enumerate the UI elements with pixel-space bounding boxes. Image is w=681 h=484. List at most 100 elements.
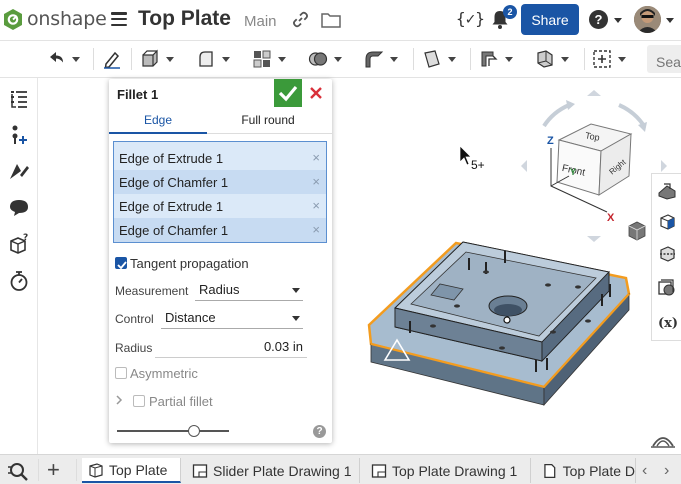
measurement-label: Measurement bbox=[115, 284, 189, 298]
tab-label: Top Plate D bbox=[562, 462, 635, 479]
comments-icon[interactable] bbox=[8, 197, 30, 219]
toolbar-search-input[interactable] bbox=[647, 45, 681, 73]
remove-selection-icon[interactable]: × bbox=[312, 198, 320, 213]
view-render-icon[interactable] bbox=[657, 212, 677, 232]
edge-selection-list[interactable]: Edge of Extrude 1 × Edge of Chamfer 1 × … bbox=[113, 141, 327, 243]
measurement-value: Radius bbox=[199, 282, 240, 297]
plane-caret[interactable] bbox=[448, 56, 456, 62]
account-dropdown-caret[interactable] bbox=[666, 18, 674, 23]
undo-button[interactable] bbox=[46, 46, 80, 72]
named-views-icon[interactable] bbox=[657, 278, 677, 298]
section-view-icon[interactable] bbox=[657, 244, 677, 264]
remove-selection-icon[interactable]: × bbox=[312, 222, 320, 237]
tab-top-plate-d[interactable]: Top Plate D bbox=[536, 458, 636, 483]
variable-studio-icon[interactable]: {✓} bbox=[456, 9, 485, 28]
dialog-slider-handle[interactable] bbox=[188, 425, 200, 437]
variables-icon[interactable]: (x) bbox=[657, 312, 677, 332]
tabs-scroll-left-button[interactable]: ‹ bbox=[642, 462, 647, 480]
top-header: onshape Top Plate Main {✓} 2 Share ? bbox=[0, 0, 681, 40]
fillet-caret[interactable] bbox=[390, 56, 398, 62]
feature-toolbar bbox=[0, 40, 681, 78]
tab-slider-plate-drawing[interactable]: Slider Plate Drawing 1 bbox=[186, 458, 360, 483]
plane-button[interactable] bbox=[422, 46, 456, 72]
tab-top-plate[interactable]: Top Plate bbox=[82, 458, 181, 483]
toolbar-divider bbox=[93, 48, 94, 70]
fillet-type-tabs: Edge Full round bbox=[109, 110, 332, 134]
boolean-caret[interactable] bbox=[334, 56, 342, 62]
selection-item[interactable]: Edge of Chamfer 1 × bbox=[114, 218, 326, 242]
dialog-slider-track[interactable] bbox=[117, 430, 229, 432]
chevron-right-icon[interactable] bbox=[115, 394, 123, 406]
add-feature-caret[interactable] bbox=[618, 56, 626, 62]
stopwatch-icon[interactable] bbox=[8, 270, 30, 292]
pattern-caret[interactable] bbox=[278, 56, 286, 62]
extrude-button[interactable] bbox=[140, 46, 174, 72]
remove-selection-icon[interactable]: × bbox=[312, 150, 320, 165]
tangent-propagation-checkbox[interactable] bbox=[115, 257, 127, 270]
menu-bar bbox=[111, 17, 127, 21]
sheet-metal-button[interactable] bbox=[479, 46, 513, 72]
control-dropdown[interactable]: Distance bbox=[161, 307, 303, 329]
close-icon bbox=[310, 87, 322, 99]
tab-manager-icon[interactable] bbox=[8, 461, 30, 481]
pattern-button[interactable] bbox=[252, 46, 286, 72]
radius-label: Radius bbox=[115, 341, 153, 355]
view-options-gauge-icon[interactable] bbox=[651, 437, 675, 448]
tab-edge[interactable]: Edge bbox=[109, 113, 207, 134]
link-icon[interactable] bbox=[292, 11, 309, 28]
selection-item[interactable]: Edge of Chamfer 1 × bbox=[114, 170, 326, 194]
onshape-logo-icon bbox=[4, 8, 22, 30]
remove-selection-icon[interactable]: × bbox=[312, 174, 320, 189]
cancel-button[interactable] bbox=[305, 81, 327, 105]
sketch-button[interactable] bbox=[102, 46, 122, 72]
help-icon[interactable]: ? bbox=[589, 10, 608, 29]
share-button[interactable]: Share bbox=[521, 4, 579, 35]
appearance-icon[interactable] bbox=[8, 161, 30, 183]
selection-item[interactable]: Edge of Extrude 1 × bbox=[114, 146, 326, 170]
accept-button[interactable] bbox=[274, 79, 302, 107]
tabs-scroll-right-button[interactable]: › bbox=[664, 462, 669, 480]
notification-badge: 2 bbox=[503, 5, 517, 19]
branch-name[interactable]: Main bbox=[244, 13, 277, 30]
surface-button[interactable] bbox=[535, 46, 569, 72]
top-plate-model[interactable] bbox=[367, 241, 631, 407]
tab-full-round[interactable]: Full round bbox=[209, 113, 327, 127]
onshape-logo[interactable]: onshape bbox=[4, 8, 107, 30]
view-cube[interactable]: Top Front Right Z X Y bbox=[521, 90, 667, 242]
dialog-help-icon[interactable]: ? bbox=[313, 425, 326, 438]
undo-caret[interactable] bbox=[72, 56, 80, 62]
surface-caret[interactable] bbox=[561, 56, 569, 62]
checkmark-icon bbox=[278, 85, 298, 102]
extrude-caret[interactable] bbox=[166, 56, 174, 62]
feature-list-icon[interactable] bbox=[8, 88, 30, 110]
fillet-button[interactable] bbox=[364, 46, 398, 72]
main-menu-button[interactable] bbox=[111, 12, 127, 27]
menu-bar bbox=[111, 23, 127, 27]
axis-z-label: Z bbox=[547, 135, 554, 147]
selection-item[interactable]: Edge of Extrude 1 × bbox=[114, 194, 326, 218]
document-title[interactable]: Top Plate bbox=[138, 7, 231, 31]
add-tab-button[interactable]: + bbox=[47, 459, 60, 481]
partial-fillet-checkbox[interactable] bbox=[133, 395, 145, 407]
boolean-icon bbox=[308, 52, 328, 66]
tab-label: Top Plate bbox=[109, 461, 168, 478]
help-dropdown-caret[interactable] bbox=[614, 18, 622, 23]
svg-text:(x): (x) bbox=[658, 316, 677, 331]
radius-input[interactable] bbox=[155, 336, 307, 358]
add-custom-feature-button[interactable] bbox=[592, 46, 626, 72]
selection-label: Edge of Extrude 1 bbox=[119, 151, 224, 166]
insert-part-icon[interactable] bbox=[8, 124, 30, 146]
revolve-button[interactable] bbox=[196, 46, 230, 72]
revolve-caret[interactable] bbox=[222, 56, 230, 62]
tab-top-plate-drawing[interactable]: Top Plate Drawing 1 bbox=[365, 458, 531, 483]
sketch-pencil-icon bbox=[104, 51, 120, 69]
display-mode-icon[interactable] bbox=[657, 181, 677, 201]
selection-label: Edge of Extrude 1 bbox=[119, 199, 224, 214]
measurement-dropdown[interactable]: Radius bbox=[195, 279, 303, 301]
folder-icon[interactable] bbox=[321, 12, 341, 28]
mass-properties-icon[interactable]: ? bbox=[8, 233, 30, 255]
boolean-button[interactable] bbox=[308, 46, 342, 72]
asymmetric-checkbox[interactable] bbox=[115, 367, 127, 379]
user-avatar[interactable] bbox=[634, 6, 661, 33]
sheet-metal-caret[interactable] bbox=[505, 56, 513, 62]
